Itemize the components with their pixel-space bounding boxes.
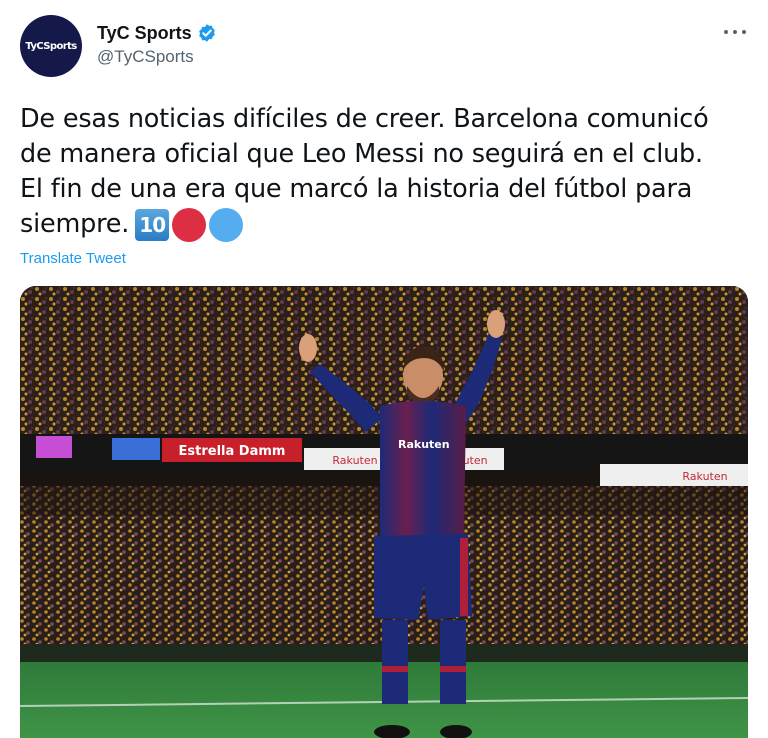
avatar-logo-text: TyCSports — [25, 40, 77, 52]
display-name-row: TyC Sports — [97, 22, 217, 44]
stadium-photo: Estrella Damm Rakuten Rakuten Rakuten — [20, 286, 748, 738]
billboard-text: Rakuten — [332, 454, 377, 467]
translate-tweet-link[interactable]: Translate Tweet — [20, 250, 126, 267]
avatar[interactable]: TyCSports — [20, 15, 82, 77]
tweet-card[interactable]: TyCSports TyC Sports @TyCSports De esas … — [0, 0, 768, 738]
tweet-text-line: de manera oficial que Leo Messi no segui… — [20, 139, 703, 169]
emoji-group: 10 — [135, 208, 244, 242]
display-name[interactable]: TyC Sports — [97, 23, 192, 44]
user-handle[interactable]: @TyCSports — [97, 47, 217, 67]
blue-circle-icon — [209, 208, 244, 242]
more-options-icon[interactable] — [720, 22, 750, 42]
tweet-text-last-line: siempre. 10 — [20, 207, 750, 242]
tweet-text-line: El fin de una era que marcó la historia … — [20, 174, 693, 204]
billboard-text: Estrella Damm — [179, 444, 286, 459]
tweet-photo[interactable]: Estrella Damm Rakuten Rakuten Rakuten — [20, 286, 748, 738]
shirt-sponsor-text: Rakuten — [398, 438, 450, 451]
verified-badge-icon — [197, 23, 217, 43]
red-circle-icon — [172, 208, 207, 242]
tweet-text: De esas noticias difíciles de creer. Bar… — [20, 102, 750, 242]
keycap-ten-icon: 10 — [135, 209, 170, 241]
tweet-text-line: De esas noticias difíciles de creer. Bar… — [20, 104, 709, 134]
author-info: TyC Sports @TyCSports — [97, 22, 217, 67]
billboard-text: Rakuten — [682, 470, 727, 483]
tweet-text-line: siempre. — [20, 209, 130, 239]
